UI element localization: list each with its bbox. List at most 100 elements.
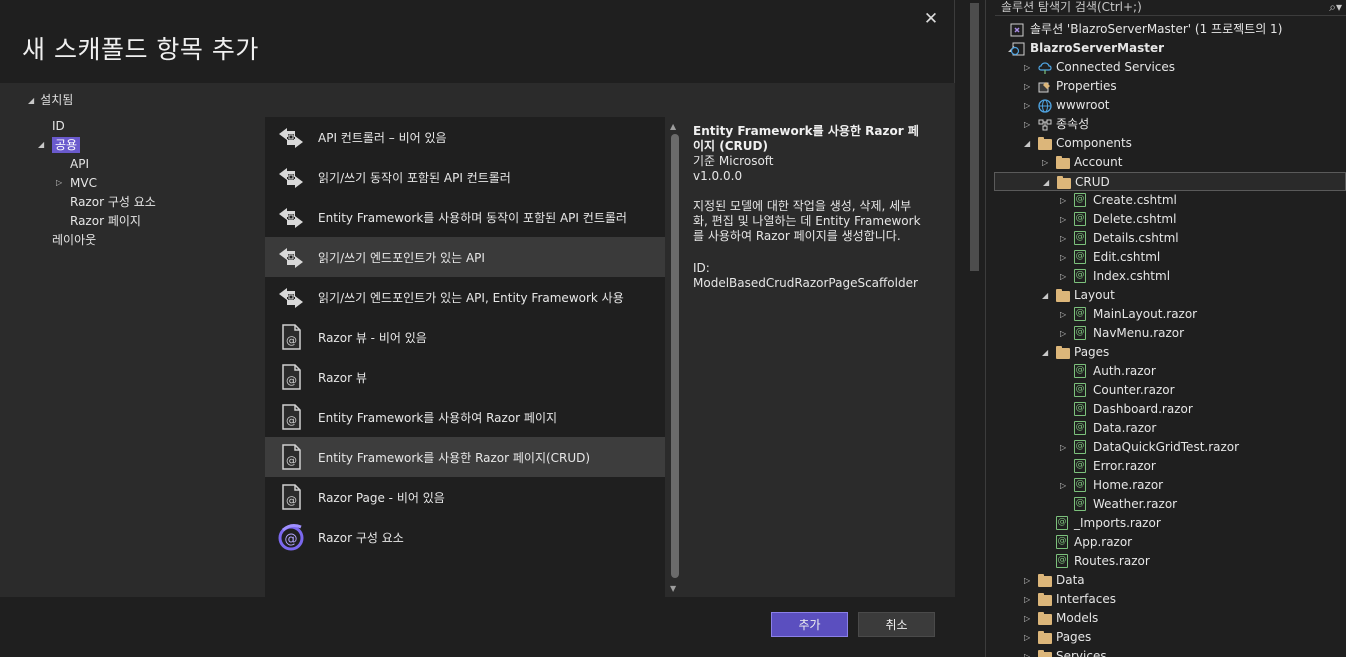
collapsed-triangle-icon[interactable]: ▷	[1024, 590, 1030, 609]
tree-file[interactable]: ▷ @ Details.cshtml	[994, 229, 1346, 248]
tree-folder[interactable]: ▷ Data	[994, 571, 1346, 590]
collapsed-triangle-icon[interactable]: ▷	[1024, 571, 1030, 590]
collapsed-triangle-icon[interactable]: ▷	[1024, 77, 1030, 96]
template-item[interactable]: Entity Framework를 사용하며 동작이 포함된 API 컨트롤러	[265, 197, 665, 237]
detail-author: 기준 Microsoft	[693, 154, 774, 168]
tree-folder[interactable]: ▷ Account	[994, 153, 1346, 172]
tree-folder[interactable]: ▷ Pages	[994, 628, 1346, 647]
expanded-triangle-icon[interactable]: ◢	[1024, 134, 1030, 153]
solution-search-input[interactable]: 솔루션 탐색기 검색(Ctrl+;) ⌕▾	[995, 0, 1346, 16]
tree-file[interactable]: @ _Imports.razor	[994, 514, 1346, 533]
expanded-triangle-icon[interactable]: ◢	[1043, 173, 1049, 192]
expanded-triangle-icon[interactable]: ◢	[1042, 343, 1048, 362]
tree-node[interactable]: 솔루션 'BlazroServerMaster' (1 프로젝트의 1)	[994, 20, 1346, 39]
tree-file[interactable]: ▷ @ DataQuickGridTest.razor	[994, 438, 1346, 457]
tree-label: Edit.cshtml	[1093, 250, 1161, 264]
tree-file[interactable]: @ Data.razor	[994, 419, 1346, 438]
category-item[interactable]: API	[70, 155, 89, 173]
collapsed-triangle-icon[interactable]: ▷	[1060, 324, 1066, 343]
collapsed-triangle-icon[interactable]: ▷	[1060, 191, 1066, 210]
collapsed-triangle-icon[interactable]: ▷	[1060, 210, 1066, 229]
tree-folder[interactable]: ▷ Models	[994, 609, 1346, 628]
collapsed-triangle-icon[interactable]: ▷	[1060, 305, 1066, 324]
expanded-triangle-icon[interactable]: ◢	[1042, 286, 1048, 305]
collapsed-triangle-icon[interactable]: ▷	[1024, 58, 1030, 77]
collapsed-triangle-icon[interactable]: ▷	[1060, 438, 1066, 457]
scroll-up-icon[interactable]: ▲	[670, 122, 676, 131]
search-icon[interactable]: ⌕▾	[1329, 0, 1342, 14]
tree-folder[interactable]: ▷ Interfaces	[994, 590, 1346, 609]
tree-file[interactable]: ▷ @ Edit.cshtml	[994, 248, 1346, 267]
template-item[interactable]: @ Entity Framework를 사용한 Razor 페이지(CRUD)	[265, 437, 665, 477]
cancel-button[interactable]: 취소	[858, 612, 935, 637]
tree-file[interactable]: @ Weather.razor	[994, 495, 1346, 514]
dialog-footer: 추가 취소	[0, 597, 955, 657]
template-item[interactable]: @ Razor 구성 요소	[265, 517, 665, 557]
tree-node[interactable]: ▷ 종속성	[994, 115, 1346, 134]
globe-icon	[1038, 99, 1052, 113]
razor-file-icon: @	[275, 321, 307, 353]
template-item[interactable]: @ Razor 뷰 - 비어 있음	[265, 317, 665, 357]
tree-node[interactable]: ▷ wwwroot	[994, 96, 1346, 115]
tree-file[interactable]: ▷ @ MainLayout.razor	[994, 305, 1346, 324]
tree-file[interactable]: @ Counter.razor	[994, 381, 1346, 400]
tree-file[interactable]: ▷ @ Create.cshtml	[994, 191, 1346, 210]
template-item[interactable]: @ Razor 뷰	[265, 357, 665, 397]
tree-folder[interactable]: ▷ Services	[994, 647, 1346, 657]
category-item[interactable]: ▷ MVC	[56, 174, 97, 192]
collapsed-triangle-icon[interactable]: ▷	[1024, 628, 1030, 647]
solution-explorer-scrollbar[interactable]	[963, 0, 986, 657]
collapsed-triangle-icon[interactable]: ▷	[1024, 96, 1030, 115]
tree-folder[interactable]: ◢ CRUD	[994, 172, 1346, 191]
tree-file[interactable]: ▷ @ Home.razor	[994, 476, 1346, 495]
tree-node[interactable]: ▷ Connected Services	[994, 58, 1346, 77]
collapsed-triangle-icon[interactable]: ▷	[1060, 267, 1066, 286]
tree-file[interactable]: @ Dashboard.razor	[994, 400, 1346, 419]
solution-icon	[1010, 23, 1024, 37]
tree-folder[interactable]: ◢ Components	[994, 134, 1346, 153]
tree-file[interactable]: @ Routes.razor	[994, 552, 1346, 571]
tree-file[interactable]: @ Auth.razor	[994, 362, 1346, 381]
expanded-triangle-icon[interactable]: ◢	[38, 136, 44, 154]
collapsed-triangle-icon[interactable]: ▷	[56, 174, 62, 192]
tree-folder[interactable]: ◢ Pages	[994, 343, 1346, 362]
category-item[interactable]: ID	[52, 117, 65, 135]
scroll-down-icon[interactable]: ▼	[670, 584, 676, 593]
category-item[interactable]: Razor 구성 요소	[70, 193, 156, 211]
template-item[interactable]: API 컨트롤러 – 비어 있음	[265, 117, 665, 157]
scroll-thumb[interactable]	[671, 134, 679, 578]
tree-file[interactable]: ▷ @ Index.cshtml	[994, 267, 1346, 286]
template-list-scrollbar[interactable]: ▲ ▼	[666, 117, 684, 597]
tree-node[interactable]: ▷ Properties	[994, 77, 1346, 96]
razor-file-icon: @	[1074, 364, 1086, 378]
scroll-thumb[interactable]	[970, 3, 979, 271]
tree-file[interactable]: ▷ @ NavMenu.razor	[994, 324, 1346, 343]
installed-header[interactable]: ◢ 설치됨	[28, 91, 73, 108]
tree-file[interactable]: @ App.razor	[994, 533, 1346, 552]
folder-icon	[1056, 156, 1070, 169]
collapsed-triangle-icon[interactable]: ▷	[1042, 153, 1048, 172]
tree-node[interactable]: ◢ BlazroServerMaster	[994, 39, 1346, 58]
collapsed-triangle-icon[interactable]: ▷	[1060, 229, 1066, 248]
template-label: Razor 뷰 - 비어 있음	[318, 330, 427, 345]
template-item[interactable]: 읽기/쓰기 엔드포인트가 있는 API	[265, 237, 665, 277]
tree-file[interactable]: @ Error.razor	[994, 457, 1346, 476]
template-item[interactable]: 읽기/쓰기 엔드포인트가 있는 API, Entity Framework 사용	[265, 277, 665, 317]
collapsed-triangle-icon[interactable]: ▷	[1024, 647, 1030, 657]
collapsed-triangle-icon[interactable]: ▷	[1060, 248, 1066, 267]
add-button[interactable]: 추가	[771, 612, 848, 637]
category-item[interactable]: ◢ 공용	[38, 136, 81, 154]
collapsed-triangle-icon[interactable]: ▷	[1024, 609, 1030, 628]
close-icon[interactable]: ✕	[920, 8, 942, 30]
tree-folder[interactable]: ◢ Layout	[994, 286, 1346, 305]
template-item[interactable]: @ Razor Page - 비어 있음	[265, 477, 665, 517]
category-item[interactable]: Razor 페이지	[70, 212, 141, 230]
tree-label: Create.cshtml	[1093, 193, 1177, 207]
collapsed-triangle-icon[interactable]: ▷	[1024, 115, 1030, 134]
template-label: Razor 뷰	[318, 370, 367, 385]
category-item[interactable]: 레이아웃	[52, 231, 96, 249]
collapsed-triangle-icon[interactable]: ▷	[1060, 476, 1066, 495]
template-item[interactable]: 읽기/쓰기 동작이 포함된 API 컨트롤러	[265, 157, 665, 197]
template-item[interactable]: @ Entity Framework를 사용하여 Razor 페이지	[265, 397, 665, 437]
tree-file[interactable]: ▷ @ Delete.cshtml	[994, 210, 1346, 229]
